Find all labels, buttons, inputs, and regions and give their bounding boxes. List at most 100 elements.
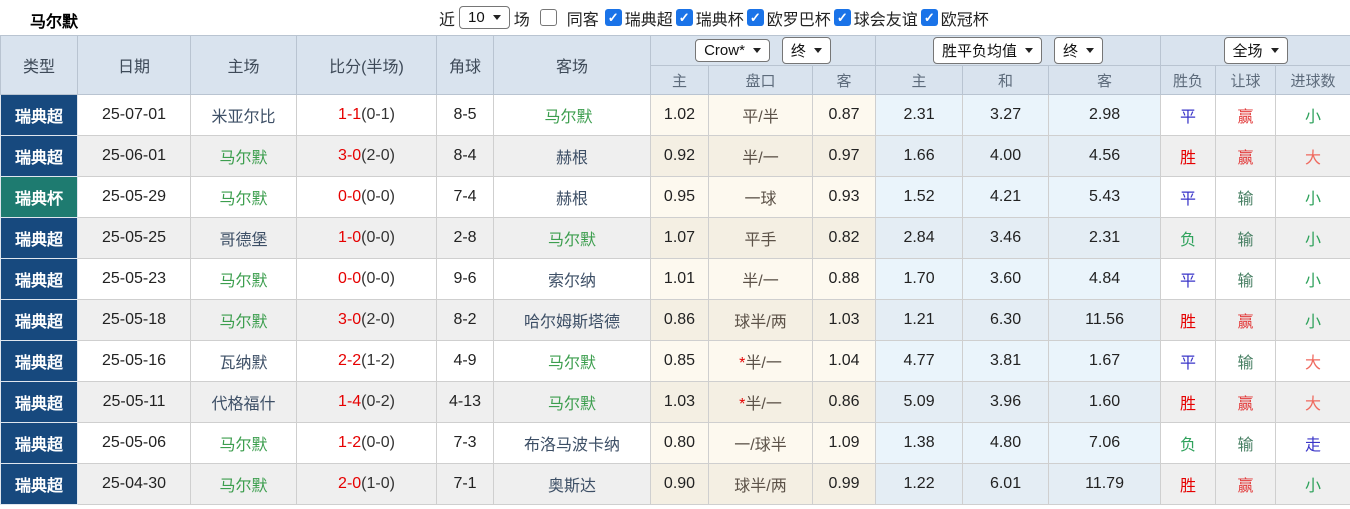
home-team-cell[interactable]: 马尔默 [190, 299, 297, 341]
avg-draw-cell: 6.01 [962, 463, 1050, 505]
away-team-cell[interactable]: 马尔默 [493, 381, 651, 423]
away-team-cell[interactable]: 索尔纳 [493, 258, 651, 300]
home-team-name[interactable]: 马尔默 [219, 478, 267, 495]
odds-state-select[interactable]: 终 [781, 37, 831, 64]
goals-result-cell: 小 [1275, 463, 1350, 505]
home-team-cell[interactable]: 马尔默 [190, 176, 297, 218]
home-team-name[interactable]: 哥德堡 [219, 232, 267, 249]
sub-header-handicap: 盘口 [708, 65, 813, 95]
league-checkbox[interactable]: ✓ [604, 9, 622, 26]
away-team-name[interactable]: 马尔默 [544, 109, 592, 126]
league-checkbox[interactable]: ✓ [746, 9, 764, 26]
league-checkbox[interactable]: ✓ [675, 9, 693, 26]
corner-cell: 4-13 [436, 381, 494, 423]
away-team-name[interactable]: 哈尔姆斯塔德 [524, 314, 620, 331]
home-team-cell[interactable]: 马尔默 [190, 422, 297, 464]
home-team-name[interactable]: 瓦纳默 [219, 355, 267, 372]
away-team-cell[interactable]: 马尔默 [493, 340, 651, 382]
same-venue-label: 同客 [566, 11, 599, 29]
avg-lose-cell: 7.06 [1048, 422, 1162, 464]
odds-away-cell: 1.04 [811, 340, 877, 382]
home-team-cell[interactable]: 马尔默 [190, 463, 297, 505]
odds-away-cell: 0.87 [811, 94, 877, 136]
corner-cell: 8-2 [436, 299, 494, 341]
away-team-cell[interactable]: 赫根 [493, 135, 651, 177]
col-header-type: 类型 [0, 35, 78, 95]
fulltime-score: 0-0 [338, 270, 362, 287]
page-title: 马尔默 [30, 14, 79, 31]
away-team-name[interactable]: 布洛马波卡纳 [524, 437, 620, 454]
avg-win-cell: 2.31 [875, 94, 964, 136]
goals-result-cell: 小 [1275, 176, 1350, 218]
league-checkbox[interactable]: ✓ [920, 9, 938, 26]
home-team-cell[interactable]: 马尔默 [190, 135, 297, 177]
odds-company-select[interactable]: Crow* [695, 39, 770, 62]
away-team-name[interactable]: 索尔纳 [548, 273, 596, 290]
league-type-cell: 瑞典超 [0, 299, 78, 341]
league-filter[interactable]: ✓ 欧罗巴杯 [745, 6, 832, 30]
handicap-value: 球半/两 [734, 314, 787, 331]
away-team-cell[interactable]: 奥斯达 [493, 463, 651, 505]
away-team-cell[interactable]: 赫根 [493, 176, 651, 218]
away-team-name[interactable]: 赫根 [556, 150, 588, 167]
avg-draw-cell: 4.21 [962, 176, 1050, 218]
result-cell: 胜 [1160, 135, 1217, 177]
fulltime-score: 1-1 [338, 106, 362, 123]
league-filter[interactable]: ✓ 瑞典超 [603, 6, 674, 30]
match-row: 瑞典超 25-07-01 米亚尔比 1-1(0-1) 8-5 马尔默 1.02 … [0, 94, 1350, 136]
odds-away-cell: 0.82 [811, 217, 877, 259]
home-team-name[interactable]: 米亚尔比 [211, 109, 275, 126]
mean-state-select[interactable]: 终 [1054, 37, 1104, 64]
home-team-name[interactable]: 代格福什 [211, 396, 275, 413]
league-type-cell: 瑞典超 [0, 381, 78, 423]
away-team-name[interactable]: 马尔默 [548, 232, 596, 249]
league-type-cell: 瑞典超 [0, 94, 78, 136]
avg-draw-cell: 4.00 [962, 135, 1050, 177]
halftime-score: (0-0) [361, 270, 395, 287]
away-team-cell[interactable]: 布洛马波卡纳 [493, 422, 651, 464]
home-team-cell[interactable]: 代格福什 [190, 381, 297, 423]
home-team-cell[interactable]: 马尔默 [190, 258, 297, 300]
home-team-name[interactable]: 马尔默 [219, 191, 267, 208]
league-type-cell: 瑞典超 [0, 258, 78, 300]
away-team-name[interactable]: 马尔默 [548, 355, 596, 372]
mean-type-select[interactable]: 胜平负均值 [933, 37, 1043, 64]
home-team-cell[interactable]: 瓦纳默 [190, 340, 297, 382]
away-team-name[interactable]: 赫根 [556, 191, 588, 208]
same-venue-checkbox[interactable] [539, 9, 557, 26]
avg-win-cell: 2.84 [875, 217, 964, 259]
result-cell: 胜 [1160, 463, 1217, 505]
halftime-score: (0-1) [361, 106, 395, 123]
col-header-home: 主场 [190, 35, 297, 95]
home-team-name[interactable]: 马尔默 [219, 150, 267, 167]
away-team-cell[interactable]: 马尔默 [493, 217, 651, 259]
handicap-result-cell: 输 [1215, 217, 1277, 259]
fulltime-score: 0-0 [338, 188, 362, 205]
corner-cell: 8-4 [436, 135, 494, 177]
matches-table: 类型 日期 主场 比分(半场) 角球 客场 Crow* 终 胜平负均值 终 全场… [0, 35, 1350, 505]
away-team-cell[interactable]: 马尔默 [493, 94, 651, 136]
result-cell: 胜 [1160, 381, 1217, 423]
match-row: 瑞典超 25-04-30 马尔默 2-0(1-0) 7-1 奥斯达 0.90 球… [0, 463, 1350, 505]
recent-count-select[interactable]: 10 [459, 6, 510, 29]
home-team-name[interactable]: 马尔默 [219, 314, 267, 331]
home-team-name[interactable]: 马尔默 [219, 273, 267, 290]
home-team-cell[interactable]: 哥德堡 [190, 217, 297, 259]
scope-select[interactable]: 全场 [1223, 37, 1288, 64]
away-team-name[interactable]: 奥斯达 [548, 478, 596, 495]
avg-win-cell: 1.66 [875, 135, 964, 177]
goals-result-cell: 大 [1275, 135, 1350, 177]
league-checkbox[interactable]: ✓ [833, 9, 851, 26]
match-row: 瑞典超 25-05-25 哥德堡 1-0(0-0) 2-8 马尔默 1.07 平… [0, 217, 1350, 259]
avg-lose-cell: 4.84 [1048, 258, 1162, 300]
handicap-cell: *半/一 [708, 381, 813, 423]
league-filter[interactable]: ✓ 瑞典杯 [674, 6, 745, 30]
league-filter[interactable]: ✓ 欧冠杯 [919, 6, 990, 30]
home-team-cell[interactable]: 米亚尔比 [190, 94, 297, 136]
away-team-name[interactable]: 马尔默 [548, 396, 596, 413]
home-team-name[interactable]: 马尔默 [219, 437, 267, 454]
league-filter[interactable]: ✓ 球会友谊 [832, 6, 919, 30]
handicap-result-cell: 赢 [1215, 381, 1277, 423]
handicap-value: 平/半 [742, 109, 779, 126]
away-team-cell[interactable]: 哈尔姆斯塔德 [493, 299, 651, 341]
